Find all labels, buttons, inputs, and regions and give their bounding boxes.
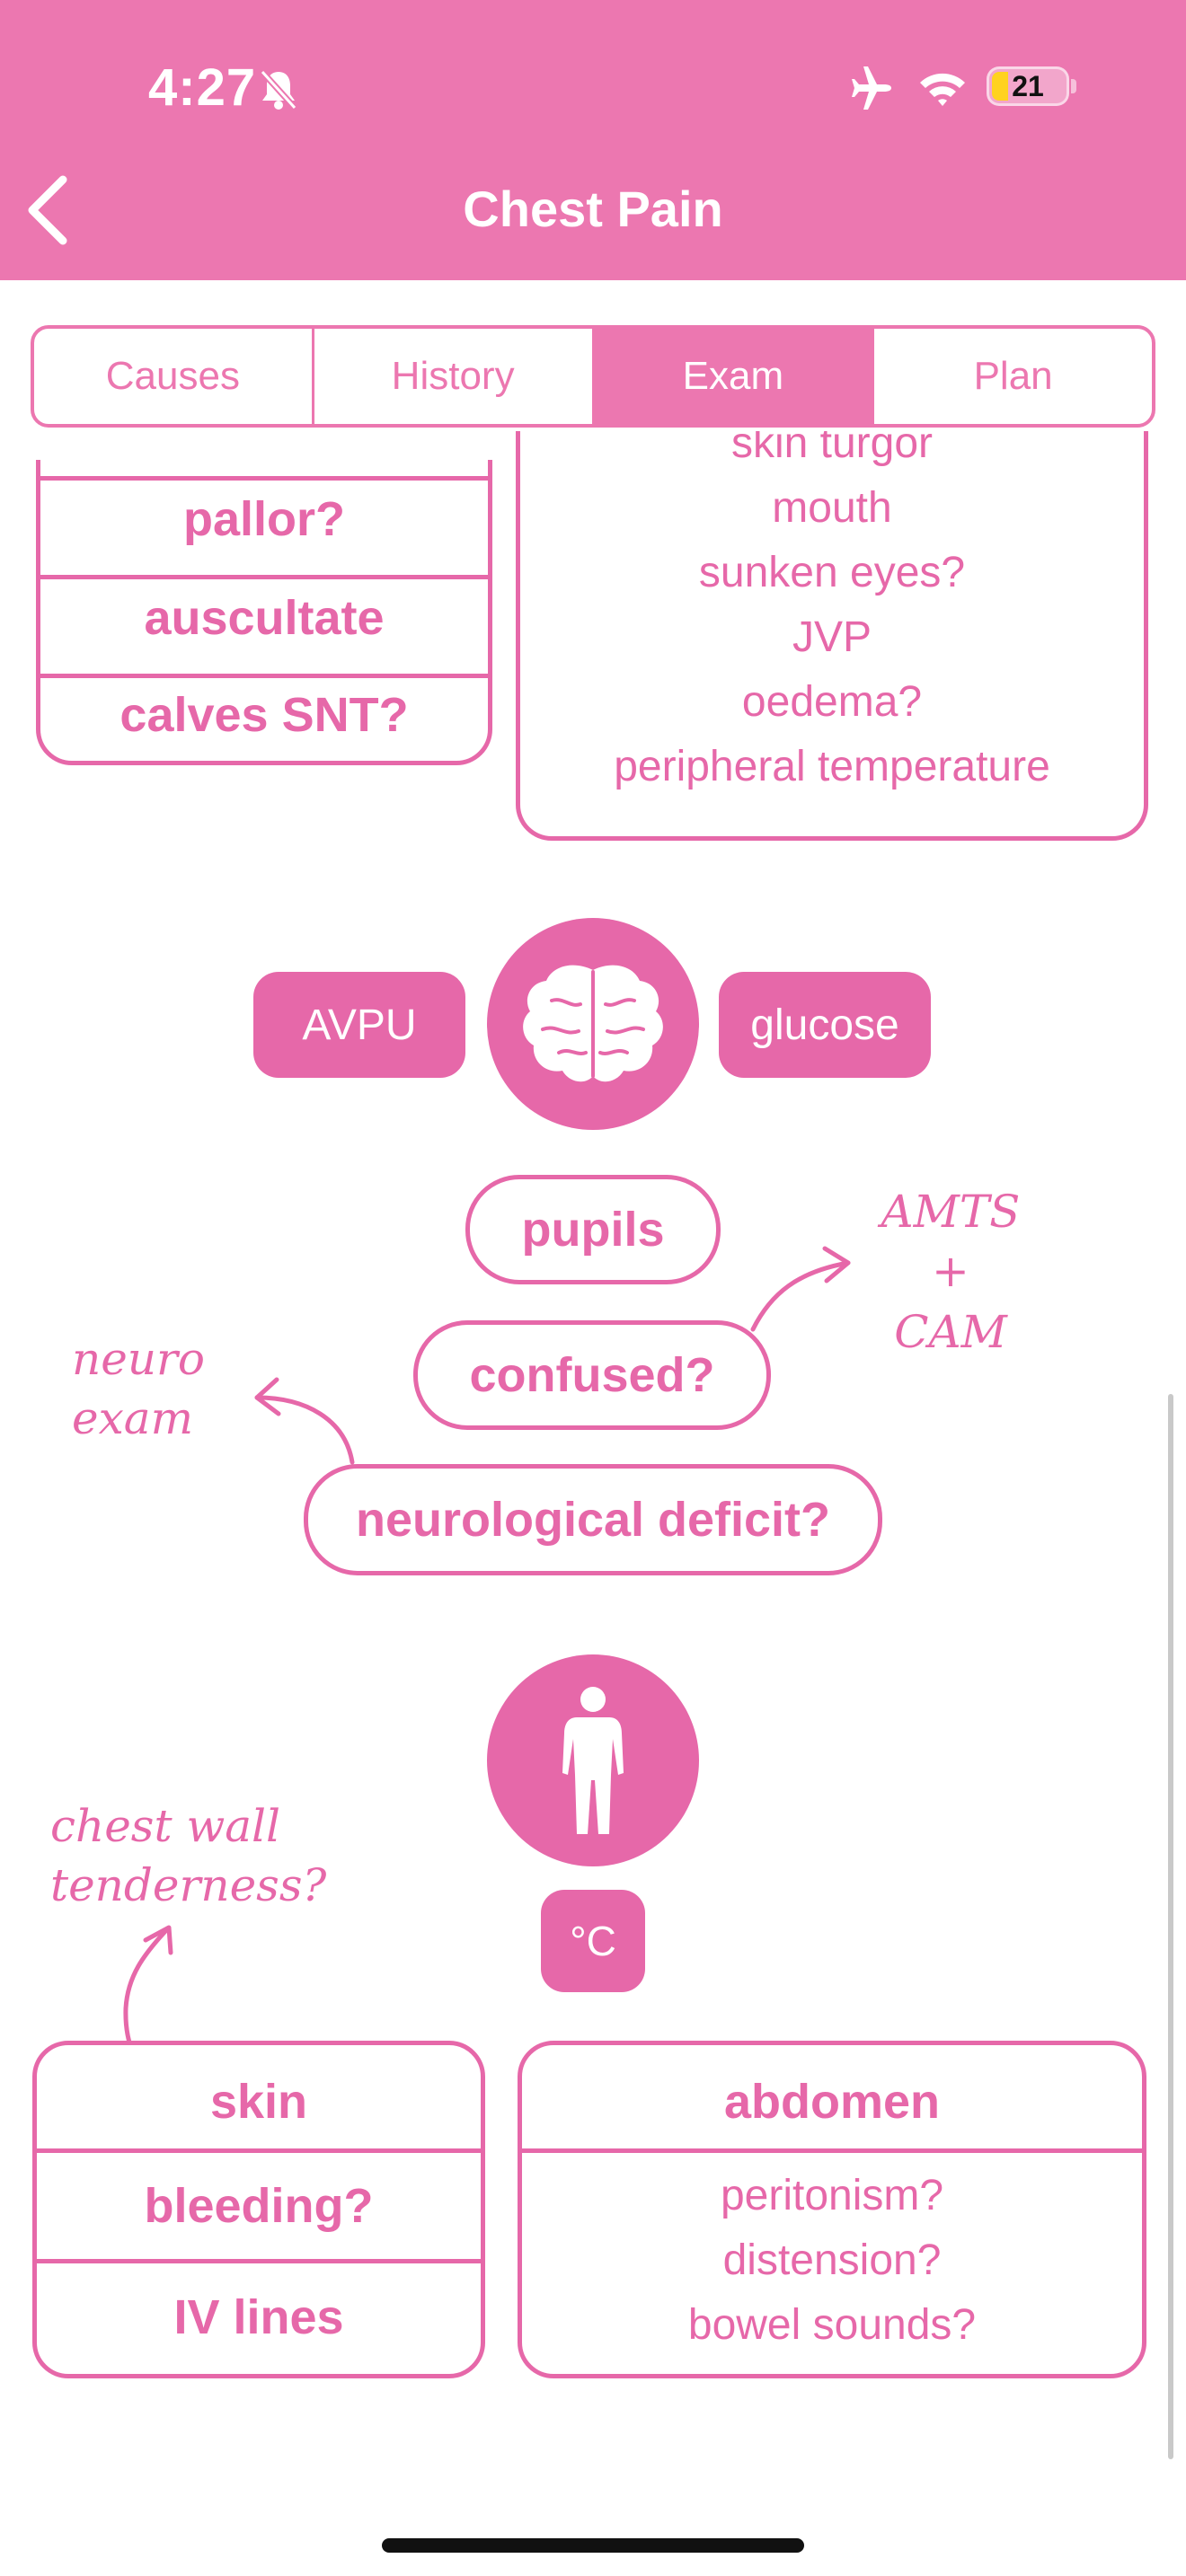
human-body-icon — [562, 1687, 624, 1834]
temperature-pill: °C — [541, 1890, 645, 1992]
exam-item-skin: skin — [209, 2075, 308, 2129]
bottom-right-box: abdomen peritonism? distension? bowel so… — [518, 2041, 1146, 2378]
exam-item-jvp: JVP — [792, 613, 872, 661]
exam-item-distension: distension? — [722, 2236, 942, 2284]
scrollbar[interactable] — [1168, 1394, 1173, 2459]
exam-item-skin-turgor: skin turgor — [730, 431, 934, 467]
abdomen-heading: abdomen — [723, 2075, 941, 2129]
home-indicator[interactable] — [382, 2538, 804, 2553]
top-left-box: pallor? auscultate calves SNT? — [36, 460, 492, 765]
body-badge — [487, 1654, 699, 1866]
tab-bar: Causes History Exam Plan — [31, 325, 1155, 428]
note-chest-wall: chest wall — [50, 1800, 281, 1852]
battery-indicator: 21 — [987, 66, 1069, 106]
tab-exam[interactable]: Exam — [594, 329, 875, 424]
exam-item-sunken-eyes: sunken eyes? — [698, 549, 966, 596]
top-right-box-clip: skin turgor mouth sunken eyes? JVP oedem… — [516, 431, 1148, 841]
exam-item-pallor: pallor? — [182, 492, 345, 546]
exam-item-auscultate: auscultate — [144, 591, 385, 645]
brain-badge — [487, 918, 699, 1130]
glucose-pill: glucose — [719, 972, 931, 1078]
bell-muted-icon — [260, 69, 297, 110]
wifi-icon — [920, 73, 965, 106]
bottom-left-box: skin bleeding? IV lines — [32, 2041, 485, 2378]
exam-item-peripheral-temperature: peripheral temperature — [614, 743, 1050, 790]
battery-level: 21 — [1012, 70, 1044, 102]
exam-item-iv-lines: IV lines — [173, 2290, 344, 2344]
neuro-arrows — [254, 1246, 851, 1465]
tab-history[interactable]: History — [314, 329, 595, 424]
exam-item-peritonism: peritonism? — [720, 2172, 944, 2219]
top-left-box-clip: pallor? auscultate calves SNT? — [36, 460, 492, 765]
status-time: 4:27 — [148, 58, 257, 117]
exam-item-mouth: mouth — [772, 484, 892, 532]
exam-item-oedema: oedema? — [741, 678, 923, 726]
airplane-icon — [852, 66, 891, 110]
tab-causes[interactable]: Causes — [34, 329, 314, 424]
brain-icon — [523, 965, 663, 1082]
top-right-box: skin turgor mouth sunken eyes? JVP oedem… — [516, 431, 1148, 841]
battery-cap — [1071, 79, 1076, 93]
nav-bar — [0, 0, 1186, 280]
exam-item-calves: calves SNT? — [119, 688, 409, 742]
tab-plan[interactable]: Plan — [874, 329, 1152, 424]
page-title: Chest Pain — [463, 181, 723, 237]
avpu-pill: AVPU — [253, 972, 465, 1078]
exam-item-bowel-sounds: bowel sounds? — [687, 2301, 977, 2349]
exam-item-bleeding: bleeding? — [144, 2179, 374, 2233]
